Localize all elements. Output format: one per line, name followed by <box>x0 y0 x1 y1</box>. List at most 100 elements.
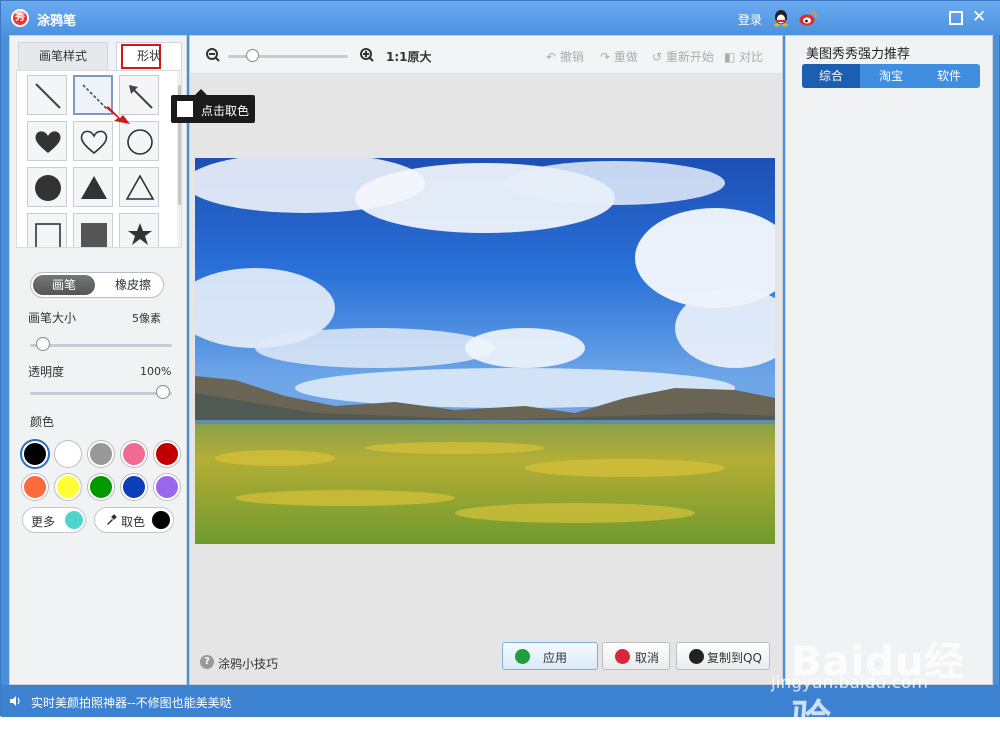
close-button[interactable]: ✕ <box>972 9 986 26</box>
zoom-in-icon[interactable] <box>360 48 374 62</box>
qq-penguin-icon[interactable] <box>773 9 789 27</box>
apply-label: 应用 <box>543 651 568 665</box>
undo-label: 撤销 <box>559 50 584 64</box>
shape-filled-square[interactable] <box>73 213 113 247</box>
color-label: 颜色 <box>30 415 55 429</box>
left-panel: 画笔样式 形状 画笔 橡皮擦 画笔大小 5像素 透明度 100% 颜色 更多 取… <box>9 35 187 685</box>
color-swatch[interactable] <box>55 474 81 500</box>
canvas-area: 1:1原大 ↶ 撤销 ↷ 重做 ↺ 重新开始 ◧ 对比 应用 取消 复制到QQ … <box>189 35 783 685</box>
tab-shape[interactable]: 形状 <box>116 42 182 70</box>
pick-color-tooltip: 点击取色 <box>171 89 255 123</box>
login-link[interactable]: 登录 <box>738 11 762 28</box>
weibo-icon[interactable] <box>799 10 817 26</box>
tooltip-arrow <box>195 89 207 95</box>
copy-to-qq-button[interactable]: 复制到QQ <box>676 642 770 670</box>
opacity-slider-track[interactable] <box>30 392 172 395</box>
canvas-toolbar: 1:1原大 ↶ 撤销 ↷ 重做 ↺ 重新开始 ◧ 对比 <box>190 36 782 74</box>
line-icon <box>35 83 61 109</box>
brush-size-slider-track[interactable] <box>30 344 172 347</box>
right-panel: 美图秀秀强力推荐 综合 淘宝 软件 <box>785 35 993 685</box>
maximize-button[interactable] <box>949 11 963 25</box>
app-window: 秀 涂鸦笔 登录 ✕ 画笔样式 形状 画笔 橡皮擦 画笔大小 5像素 透明度 1… <box>0 0 1000 743</box>
shape-filled-heart[interactable] <box>27 121 67 161</box>
shape-outline-circle[interactable] <box>119 121 159 161</box>
tooltip-text: 点击取色 <box>201 104 250 118</box>
shape-filled-triangle[interactable] <box>73 167 113 207</box>
status-text[interactable]: 实时美颜拍照神器--不修图也能美美哒 <box>31 694 232 711</box>
zoom-slider-knob[interactable] <box>246 49 259 62</box>
window-title: 涂鸦笔 <box>37 14 77 29</box>
brush-eraser-toggle: 画笔 橡皮擦 <box>30 272 164 298</box>
tab-shape-label: 形状 <box>136 49 161 63</box>
speaker-icon[interactable] <box>9 695 21 707</box>
more-color-dot <box>65 511 83 529</box>
color-swatch[interactable] <box>121 441 147 467</box>
tab-general[interactable]: 综合 <box>802 64 860 88</box>
shape-outline-heart[interactable] <box>73 121 113 161</box>
shape-filled-star[interactable] <box>119 213 159 247</box>
recommend-tabs: 综合 淘宝 软件 <box>802 64 980 88</box>
canvas-photo[interactable] <box>195 158 775 544</box>
cancel-button[interactable]: 取消 <box>602 642 670 670</box>
opacity-value: 100% <box>140 365 172 378</box>
recommend-title: 美图秀秀强力推荐 <box>806 47 911 62</box>
cancel-label: 取消 <box>635 651 660 665</box>
more-colors-label: 更多 <box>31 515 56 529</box>
copy-to-qq-label: 复制到QQ <box>707 651 762 665</box>
tab-taobao[interactable]: 淘宝 <box>862 64 920 88</box>
brush-size-value: 5像素 <box>132 312 161 325</box>
cancel-x-icon <box>615 649 630 664</box>
filled-heart-icon <box>35 131 61 153</box>
color-swatch[interactable] <box>88 474 114 500</box>
tab-brush-style[interactable]: 画笔样式 <box>18 42 108 70</box>
shape-filled-circle[interactable] <box>27 167 67 207</box>
outline-square-icon <box>35 223 61 247</box>
opacity-label: 透明度 <box>28 365 65 379</box>
eraser-mode-button[interactable]: 橡皮擦 <box>103 275 163 295</box>
qq-small-icon <box>689 649 704 664</box>
outline-circle-icon <box>127 129 153 155</box>
color-swatch[interactable] <box>22 474 48 500</box>
color-swatch[interactable] <box>154 441 180 467</box>
tab-software[interactable]: 软件 <box>920 64 978 88</box>
shape-outline-triangle[interactable] <box>119 167 159 207</box>
brush-size-slider-knob[interactable] <box>36 337 50 351</box>
check-icon <box>515 649 530 664</box>
zoom-out-icon[interactable] <box>206 48 220 62</box>
shape-grid <box>16 70 182 248</box>
filled-circle-icon <box>35 175 61 201</box>
brush-size-label: 画笔大小 <box>28 311 77 325</box>
filled-triangle-icon <box>81 176 107 199</box>
restart-button[interactable]: ↺ 重新开始 <box>652 48 714 65</box>
pick-color-label: 取色 <box>121 515 146 529</box>
pick-color-dot <box>152 511 170 529</box>
doodle-tips-link[interactable]: 涂鸦小技巧 <box>218 655 278 672</box>
redo-label: 重做 <box>613 50 638 64</box>
color-swatch[interactable] <box>88 441 114 467</box>
shape-line[interactable] <box>27 75 67 115</box>
opacity-slider-knob[interactable] <box>156 385 170 399</box>
more-colors-button[interactable]: 更多 <box>22 507 86 533</box>
filled-star-icon <box>128 223 152 245</box>
outline-heart-icon <box>80 130 108 155</box>
brush-mode-button[interactable]: 画笔 <box>33 275 95 295</box>
color-swatch[interactable] <box>55 441 81 467</box>
tool-tabs: 画笔样式 形状 <box>14 42 184 70</box>
tooltip-color-box <box>177 101 193 117</box>
apply-button[interactable]: 应用 <box>502 642 598 670</box>
app-logo-icon: 秀 <box>11 9 29 27</box>
compare-button[interactable]: ◧ 对比 <box>724 48 763 65</box>
color-swatch[interactable] <box>154 474 180 500</box>
outline-triangle-icon <box>125 174 155 200</box>
compare-label: 对比 <box>739 50 764 64</box>
color-swatch[interactable] <box>22 441 48 467</box>
undo-button[interactable]: ↶ 撤销 <box>546 48 584 65</box>
help-icon[interactable]: ? <box>200 655 214 669</box>
redo-button[interactable]: ↷ 重做 <box>600 48 638 65</box>
zoom-original-button[interactable]: 1:1原大 <box>386 48 432 65</box>
pick-color-button[interactable]: 取色 <box>94 507 174 533</box>
color-swatch[interactable] <box>121 474 147 500</box>
restart-label: 重新开始 <box>665 50 714 64</box>
eyedropper-icon <box>107 514 117 525</box>
shape-outline-square[interactable] <box>27 213 67 247</box>
